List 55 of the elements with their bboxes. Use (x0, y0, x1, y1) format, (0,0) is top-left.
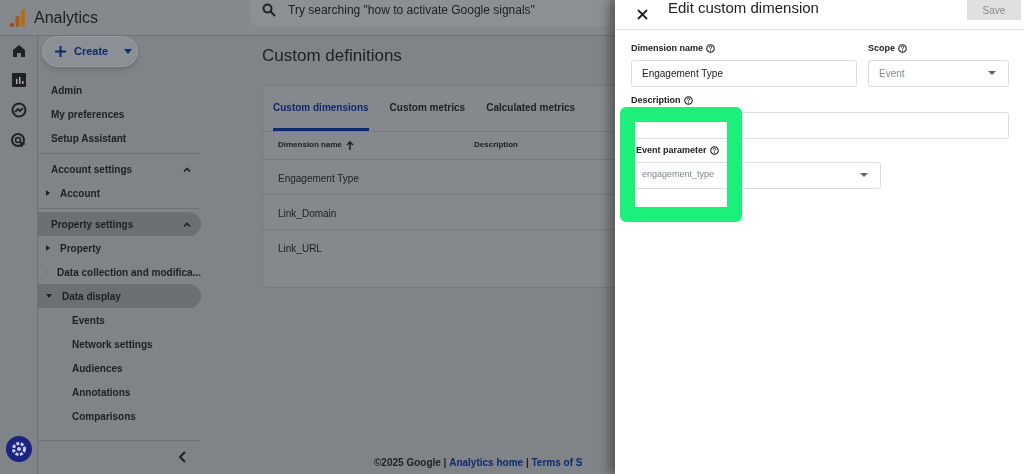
nav-item[interactable]: My preferences (38, 102, 215, 126)
footer-text: ©2025 Google (374, 456, 441, 470)
footer-text: | (442, 456, 448, 470)
nav-item[interactable]: Data display (38, 284, 201, 308)
bar-chart-icon[interactable] (11, 73, 26, 87)
nav-item[interactable]: Audiences (38, 356, 215, 380)
table-cell: Link_URL (278, 243, 322, 254)
drawer-title: Edit custom dimension (668, 0, 819, 19)
field-label: Scope (868, 42, 895, 55)
dropdown-caret-icon (860, 173, 868, 177)
column-header[interactable]: Description (474, 139, 518, 151)
trend-icon[interactable] (10, 102, 27, 118)
chevron-up-icon[interactable] (183, 221, 191, 227)
footer-text: | (524, 456, 530, 470)
nav-item[interactable]: Admin (38, 78, 215, 102)
help-icon[interactable] (709, 146, 719, 156)
help-icon[interactable] (683, 96, 693, 106)
nav-item[interactable]: Account (38, 181, 201, 205)
table-cell: Link_Domain (278, 207, 337, 219)
collapse-icon[interactable] (178, 451, 186, 463)
nav-item[interactable]: Annotations (38, 380, 215, 404)
footer-link[interactable]: Terms of S (531, 455, 583, 470)
footer-link[interactable]: Analytics home (449, 455, 524, 470)
column-header[interactable]: Dimension name (278, 139, 342, 151)
input-field[interactable]: Engagement Type (631, 59, 857, 87)
tab[interactable]: Custom dimensions (273, 99, 369, 131)
nav-item[interactable]: Events (38, 308, 215, 332)
nav-item[interactable]: Setup Assistant (38, 126, 215, 150)
field-label: Description (631, 94, 681, 107)
field-label: Event parameter (636, 144, 707, 157)
close-icon[interactable] (637, 9, 648, 20)
dropdown-caret-icon (988, 71, 996, 75)
logo-icon (10, 8, 26, 27)
plus-icon (55, 46, 66, 57)
search-icon[interactable] (262, 3, 276, 17)
nav-item[interactable]: Data collection and modifica... (38, 260, 201, 284)
sort-arrow-icon[interactable] (346, 140, 354, 150)
field-label: Dimension name (631, 42, 704, 55)
nav-item[interactable]: Network settings (38, 332, 215, 356)
table-cell: Engagement Type (278, 172, 359, 184)
settings-icon[interactable] (6, 436, 32, 462)
section-header[interactable]: Property settings (38, 212, 201, 236)
home-icon[interactable] (11, 44, 26, 58)
nav-item[interactable]: Property (38, 236, 201, 260)
help-icon[interactable] (706, 44, 716, 54)
page-title: Custom definitions (262, 45, 402, 67)
create-button[interactable]: Create (42, 36, 138, 67)
chevron-up-icon[interactable] (183, 166, 191, 172)
target-cursor-icon[interactable] (10, 133, 27, 149)
tab[interactable]: Custom metrics (389, 99, 466, 131)
tab[interactable]: Calculated metrics (486, 99, 576, 131)
nav-item[interactable]: Comparisons (38, 404, 215, 428)
section-header[interactable]: Account settings (38, 157, 201, 181)
help-icon[interactable] (898, 44, 907, 54)
app-title: Analytics (34, 7, 99, 28)
